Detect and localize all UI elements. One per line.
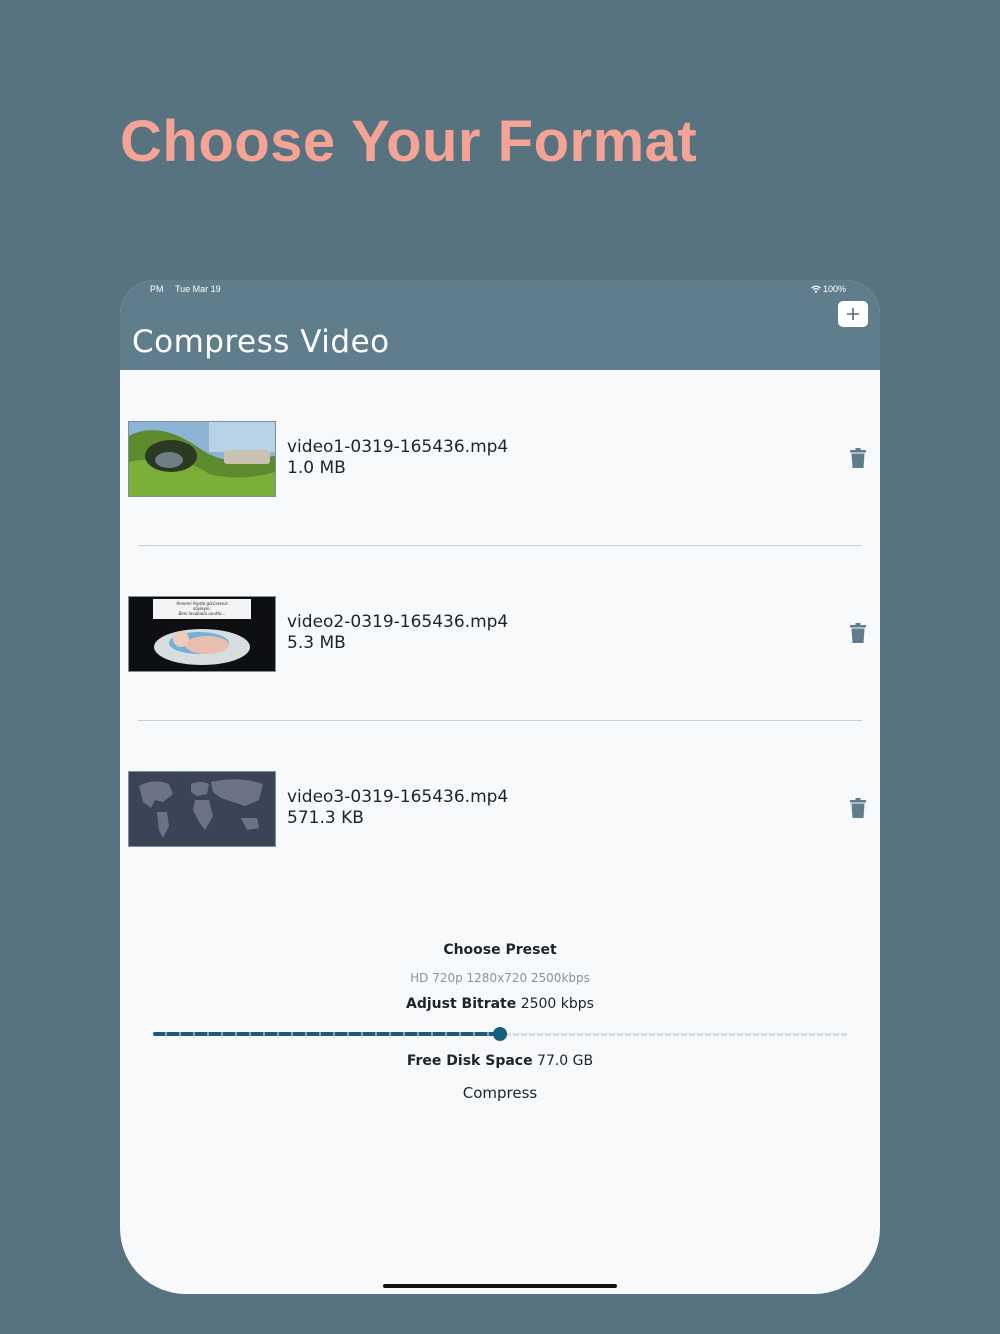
list-divider xyxy=(138,545,862,546)
video-thumbnail xyxy=(128,421,276,497)
promo-title: Choose Your Format xyxy=(120,109,698,174)
thumb-caption: Beni lavabada unuttu... xyxy=(179,611,226,616)
status-time: PM xyxy=(150,284,164,294)
video-list-item[interactable]: Annemi feyste görürseniz söyleyin, Beni … xyxy=(120,596,880,676)
video-name: video1-0319-165436.mp4 xyxy=(287,437,509,457)
add-video-button[interactable] xyxy=(838,301,868,327)
trash-icon[interactable] xyxy=(850,623,866,643)
page-title: Compress Video xyxy=(132,324,390,360)
world-map-thumbnail-icon xyxy=(129,772,275,846)
navigation-bar: PM Tue Mar 19 100% Compress Video xyxy=(120,280,880,370)
video-list-item[interactable]: video1-0319-165436.mp4 1.0 MB xyxy=(120,421,880,501)
disk-space-label: Free Disk Space xyxy=(406,1053,533,1069)
bitrate-value: 2500 kbps xyxy=(520,996,594,1012)
trash-icon[interactable] xyxy=(850,798,866,818)
bitrate-slider-fill xyxy=(153,1032,500,1036)
preset-value: HD 720p 1280x720 2500kbps xyxy=(410,971,590,985)
video-size: 5.3 MB xyxy=(287,633,346,653)
video-thumbnail xyxy=(128,771,276,847)
baby-bath-thumbnail-icon: Annemi feyste görürseniz söyleyin, Beni … xyxy=(129,597,275,671)
video-size: 1.0 MB xyxy=(287,458,346,478)
device-screen: PM Tue Mar 19 100% Compress Video video1… xyxy=(120,280,880,1294)
disk-space-value: 77.0 GB xyxy=(537,1053,594,1069)
status-bar: PM Tue Mar 19 100% xyxy=(120,280,880,300)
bitrate-label: Adjust Bitrate xyxy=(406,996,517,1012)
video-list-item[interactable]: video3-0319-165436.mp4 571.3 KB xyxy=(120,771,880,851)
bitrate-row: Adjust Bitrate 2500 kbps xyxy=(120,996,880,1012)
landscape-thumbnail-icon xyxy=(129,422,275,496)
status-date: Tue Mar 19 xyxy=(175,284,221,294)
choose-preset-button[interactable]: Choose Preset xyxy=(120,942,880,958)
battery-percent: 100% xyxy=(822,284,846,294)
video-name: video2-0319-165436.mp4 xyxy=(287,612,509,632)
video-name: video3-0319-165436.mp4 xyxy=(287,787,509,807)
disk-space-row: Free Disk Space 77.0 GB xyxy=(120,1053,880,1069)
wifi-icon xyxy=(811,285,821,293)
trash-icon[interactable] xyxy=(850,448,866,468)
status-right: 100% xyxy=(811,284,846,294)
video-size: 571.3 KB xyxy=(287,808,364,828)
list-divider xyxy=(138,720,862,721)
bitrate-slider-thumb[interactable] xyxy=(493,1027,507,1041)
plus-icon xyxy=(847,308,859,320)
compress-button[interactable]: Compress xyxy=(120,1084,880,1102)
home-indicator xyxy=(383,1284,617,1288)
video-thumbnail: Annemi feyste görürseniz söyleyin, Beni … xyxy=(128,596,276,672)
